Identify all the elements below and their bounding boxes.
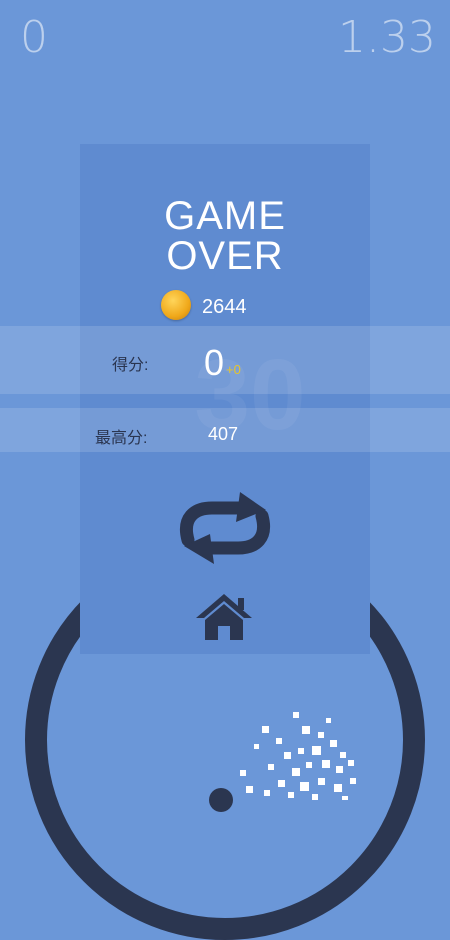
title-line-1: GAME [164,194,286,238]
hud-score: 0 [20,12,48,63]
coin-icon [161,290,191,320]
score-value: 0 [204,342,225,383]
home-icon [196,594,252,640]
home-button[interactable] [194,590,254,642]
game-over-title: GAME OVER [80,196,370,276]
coin-count: 2644 [202,296,247,318]
best-score-label: 最高分: [95,430,148,447]
player-ball [209,788,233,812]
restart-icon [180,492,270,564]
best-score-value: 407 [208,424,239,444]
score-label: 得分: [112,357,149,374]
score-delta: +0 [226,362,241,377]
score-row-band [0,326,450,394]
restart-button[interactable] [170,488,280,568]
title-line-2: OVER [166,234,284,278]
hud-timer: 1.33 [338,12,436,63]
